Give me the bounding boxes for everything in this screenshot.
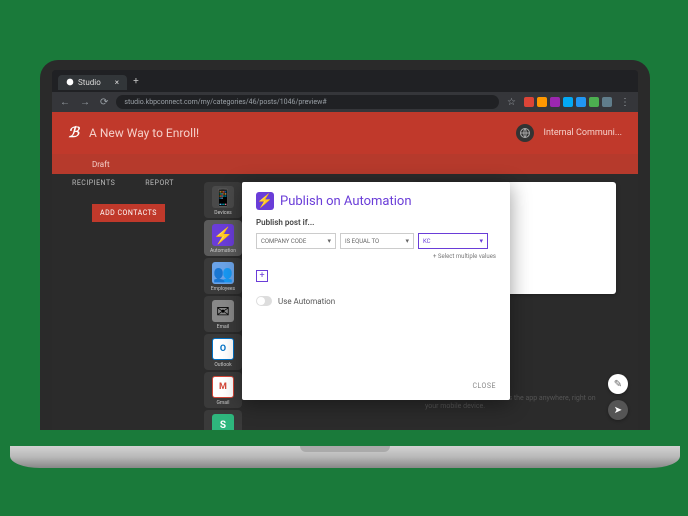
rail-item-employees[interactable]: 👥 Employees	[204, 258, 242, 294]
modal-title: ⚡ Publish on Automation	[256, 192, 496, 210]
add-condition-button[interactable]: +	[256, 270, 268, 282]
people-icon: 👥	[212, 262, 234, 284]
rail-label: Automation	[210, 248, 236, 254]
automation-modal: ⚡ Publish on Automation Publish post if.…	[242, 182, 510, 400]
avatar[interactable]	[516, 124, 534, 142]
multi-value-hint[interactable]: + Select multiple values	[256, 253, 496, 260]
url-text: studio.kbpconnect.com/my/categories/46/p…	[124, 98, 326, 106]
globe-icon	[519, 127, 531, 139]
back-button[interactable]: ←	[58, 97, 72, 108]
close-button[interactable]: CLOSE	[472, 382, 496, 390]
condition-label: Publish post if...	[256, 218, 496, 227]
extension-icon[interactable]	[563, 97, 573, 107]
rail-item-devices[interactable]: 📱 Devices	[204, 182, 242, 218]
app-subbar: Draft	[52, 154, 638, 174]
edit-fab[interactable]: ✎	[608, 374, 628, 394]
field-select[interactable]: COMPANY CODE ▾	[256, 233, 336, 249]
user-label: Internal Communi...	[544, 128, 623, 138]
laptop-notch	[300, 446, 390, 452]
envelope-icon: ✉	[212, 300, 234, 322]
page-title: A New Way to Enroll!	[89, 126, 505, 140]
select-value: KC	[423, 238, 431, 245]
chevron-down-icon: ▾	[479, 237, 483, 245]
rail-item-email[interactable]: ✉ Email	[204, 296, 242, 332]
star-icon[interactable]: ☆	[505, 97, 518, 108]
menu-icon[interactable]: ⋮	[618, 97, 632, 108]
select-value: COMPANY CODE	[261, 238, 306, 245]
slack-icon: S	[212, 414, 234, 430]
operator-select[interactable]: IS EQUAL TO ▾	[340, 233, 414, 249]
rail-label: Employees	[211, 286, 235, 292]
reload-button[interactable]: ⟳	[98, 97, 110, 108]
extension-icon[interactable]	[524, 97, 534, 107]
forward-button[interactable]: →	[78, 97, 92, 108]
address-bar[interactable]: studio.kbpconnect.com/my/categories/46/p…	[116, 95, 499, 109]
rail-label: Outlook	[214, 362, 231, 368]
rail-item-automation[interactable]: ⚡ Automation	[204, 220, 242, 256]
draft-status: Draft	[92, 160, 110, 169]
extension-icon[interactable]	[576, 97, 586, 107]
app-logo-icon: ℬ	[68, 125, 79, 141]
browser-tabbar: Studio × +	[52, 70, 638, 92]
gmail-icon: M	[212, 376, 234, 398]
modal-title-text: Publish on Automation	[280, 194, 412, 209]
send-fab[interactable]: ➤	[608, 400, 628, 420]
channel-rail: 📱 Devices ⚡ Automation 👥 Employees ✉ Email O…	[204, 182, 242, 430]
devices-icon: 📱	[212, 186, 234, 208]
extension-tray	[524, 97, 612, 107]
tab-favicon-icon	[66, 78, 74, 86]
value-select[interactable]: KC ▾	[418, 233, 488, 249]
tab-reports[interactable]: REPORT	[145, 179, 174, 187]
chevron-down-icon: ▾	[405, 237, 409, 245]
use-automation-toggle[interactable]	[256, 296, 272, 306]
laptop-base	[10, 446, 680, 468]
extension-icon[interactable]	[602, 97, 612, 107]
new-tab-button[interactable]: +	[127, 76, 145, 87]
app-header: ℬ A New Way to Enroll! Internal Communi.…	[52, 112, 638, 154]
tab-recipients[interactable]: RECIPIENTS	[72, 179, 115, 187]
add-contacts-button[interactable]: ADD CONTACTS	[92, 204, 165, 222]
rail-item-outlook[interactable]: O Outlook	[204, 334, 242, 370]
extension-icon[interactable]	[589, 97, 599, 107]
rail-label: Devices	[214, 210, 231, 216]
rail-label: Email	[217, 324, 229, 330]
rail-label: Gmail	[217, 400, 230, 406]
tab-title: Studio	[78, 78, 101, 87]
bolt-icon: ⚡	[212, 224, 234, 246]
outlook-icon: O	[212, 338, 234, 360]
chevron-down-icon: ▾	[327, 237, 331, 245]
rail-item-gmail[interactable]: M Gmail	[204, 372, 242, 408]
toggle-label: Use Automation	[278, 297, 335, 306]
app-body: ADD CONTACTS s to many One of new way s!…	[52, 192, 638, 430]
use-automation-row: Use Automation	[256, 296, 496, 306]
browser-tab[interactable]: Studio ×	[58, 75, 127, 90]
extension-icon[interactable]	[537, 97, 547, 107]
browser-toolbar: ← → ⟳ studio.kbpconnect.com/my/categorie…	[52, 92, 638, 112]
extension-icon[interactable]	[550, 97, 560, 107]
select-value: IS EQUAL TO	[345, 238, 379, 245]
rail-item-slack[interactable]: SSlack	[204, 410, 242, 430]
close-tab-icon[interactable]: ×	[115, 78, 119, 87]
condition-row: COMPANY CODE ▾ IS EQUAL TO ▾ KC ▾	[256, 233, 496, 249]
laptop-frame: Studio × + ← → ⟳ studio.kbpconnect.com/m…	[40, 60, 650, 460]
bolt-icon: ⚡	[256, 192, 274, 210]
screen-bezel: Studio × + ← → ⟳ studio.kbpconnect.com/m…	[40, 60, 650, 430]
screen: Studio × + ← → ⟳ studio.kbpconnect.com/m…	[52, 70, 638, 430]
